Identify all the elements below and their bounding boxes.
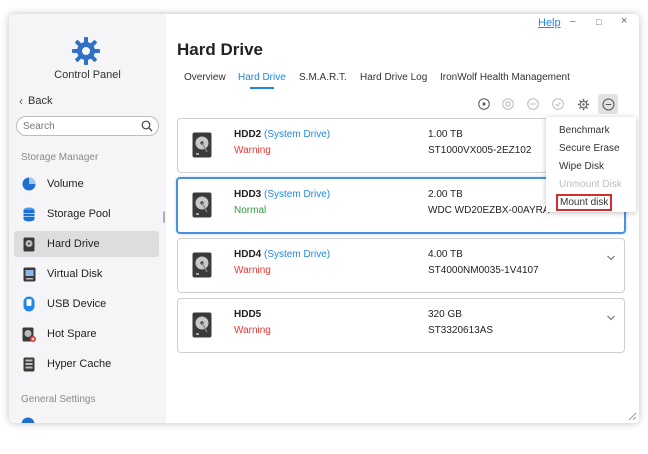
tab-hard-drive-log[interactable]: Hard Drive Log <box>360 72 427 83</box>
search-input[interactable] <box>23 119 133 133</box>
gear-icon <box>577 98 589 110</box>
section-general-settings: General Settings <box>21 394 96 405</box>
sidebar-item-label: Hyper Cache <box>47 358 112 370</box>
minus-circle-icon <box>602 98 614 110</box>
active-tab-indicator <box>250 87 274 89</box>
stop-button[interactable] <box>500 96 516 112</box>
general-settings-icon <box>21 417 35 423</box>
minimize-button[interactable]: – <box>570 16 576 27</box>
volume-icon <box>21 176 37 192</box>
disk-id: HDD3 <box>234 189 262 200</box>
tab-overview[interactable]: Overview <box>184 72 226 83</box>
back-label: Back <box>28 95 53 107</box>
disk-name: HDD4 (System Drive) <box>234 249 330 260</box>
sidebar-item-hyper-cache[interactable]: Hyper Cache <box>14 351 159 377</box>
system-drive-tag: (System Drive) <box>264 129 331 140</box>
remove-button[interactable] <box>525 96 541 112</box>
disk-model: ST1000VX005-2EZ102 <box>428 145 532 156</box>
play-icon <box>478 98 490 110</box>
disk-id: HDD5 <box>234 309 262 320</box>
sidebar: Control Panel ‹ Back Storage Manager Vol… <box>9 14 166 423</box>
play-button[interactable] <box>476 96 492 112</box>
page-title: Hard Drive <box>177 40 263 59</box>
sidebar-title: Control Panel <box>54 69 121 81</box>
sidebar-item-usb-device[interactable]: USB Device <box>14 291 159 317</box>
status-badge: Normal <box>234 205 267 216</box>
menu-item-mount-disk[interactable]: Mount disk <box>556 194 613 211</box>
app-window: Control Panel ‹ Back Storage Manager Vol… <box>9 14 639 423</box>
sidebar-item-label: Volume <box>47 178 84 190</box>
sidebar-item-label: Virtual Disk <box>47 268 103 280</box>
system-drive-tag: (System Drive) <box>264 249 331 260</box>
sidebar-item-label: Hot Spare <box>47 328 97 340</box>
sidebar-item-label: USB Device <box>47 298 107 310</box>
disk-name: HDD3 (System Drive) <box>234 189 330 200</box>
search-box <box>16 116 159 136</box>
tab-smart[interactable]: S.M.A.R.T. <box>299 72 347 83</box>
hot-spare-icon <box>21 326 37 342</box>
close-button[interactable]: × <box>621 15 627 27</box>
disk-card-hdd5[interactable]: HDD5 Warning 320 GB ST3320613AS <box>177 298 625 353</box>
menu-item-wipe-disk[interactable]: Wipe Disk <box>559 161 604 172</box>
hyper-cache-icon <box>21 356 37 372</box>
gear-icon <box>72 37 100 65</box>
hard-drive-icon <box>192 312 212 338</box>
settings-button[interactable] <box>575 96 591 112</box>
stop-icon <box>502 98 514 110</box>
status-badge: Warning <box>234 325 271 336</box>
disk-size: 2.00 TB <box>428 189 463 200</box>
resize-grip-icon[interactable] <box>627 411 637 421</box>
status-badge: Warning <box>234 265 271 276</box>
usb-device-icon <box>21 296 37 312</box>
chevron-down-icon[interactable] <box>606 253 616 263</box>
menu-item-benchmark[interactable]: Benchmark <box>559 125 610 136</box>
disk-id: HDD4 <box>234 249 262 260</box>
menu-item-secure-erase[interactable]: Secure Erase <box>559 143 620 154</box>
sidebar-item-hot-spare[interactable]: Hot Spare <box>14 321 159 347</box>
disk-name: HDD2 (System Drive) <box>234 129 330 140</box>
chevron-down-icon[interactable] <box>606 313 616 323</box>
disk-size: 4.00 TB <box>428 249 463 260</box>
sidebar-scrollbar[interactable] <box>163 211 165 223</box>
menu-item-unmount-disk: Unmount Disk <box>559 179 622 190</box>
hard-drive-icon <box>192 132 212 158</box>
disk-size: 320 GB <box>428 309 462 320</box>
chevron-left-icon: ‹ <box>19 94 23 108</box>
help-link[interactable]: Help <box>538 17 561 29</box>
virtual-disk-icon <box>21 266 37 282</box>
check-circle-icon <box>552 98 564 110</box>
tab-hard-drive[interactable]: Hard Drive <box>238 72 286 83</box>
sidebar-item-storage-pool[interactable]: Storage Pool <box>14 201 159 227</box>
minus-circle-icon <box>527 98 539 110</box>
hard-drive-icon <box>21 236 37 252</box>
disk-model: ST3320613AS <box>428 325 494 336</box>
disk-id: HDD2 <box>234 129 262 140</box>
storage-pool-icon <box>21 206 37 222</box>
section-storage-manager: Storage Manager <box>21 152 99 163</box>
sidebar-item-label: Hard Drive <box>47 238 100 250</box>
back-button[interactable]: ‹ Back <box>19 94 52 108</box>
search-icon[interactable] <box>141 120 153 132</box>
tab-ironwolf-health[interactable]: IronWolf Health Management <box>440 72 570 83</box>
hard-drive-icon <box>192 192 212 218</box>
check-button[interactable] <box>550 96 566 112</box>
disk-model: WDC WD20EZBX-00AYRA <box>428 205 550 216</box>
disk-card-hdd4[interactable]: HDD4 (System Drive) Warning 4.00 TB ST40… <box>177 238 625 293</box>
actions-menu: Benchmark Secure Erase Wipe Disk Unmount… <box>546 117 636 212</box>
sidebar-item-hard-drive[interactable]: Hard Drive <box>14 231 159 257</box>
hard-drive-icon <box>192 252 212 278</box>
status-badge: Warning <box>234 145 271 156</box>
more-actions-button[interactable] <box>598 94 618 114</box>
disk-size: 1.00 TB <box>428 129 463 140</box>
maximize-button[interactable]: □ <box>596 17 601 27</box>
sidebar-item-virtual-disk[interactable]: Virtual Disk <box>14 261 159 287</box>
sidebar-item-label: Storage Pool <box>47 208 111 220</box>
system-drive-tag: (System Drive) <box>264 189 331 200</box>
disk-model: ST4000NM0035-1V4107 <box>428 265 539 276</box>
disk-name: HDD5 <box>234 309 261 320</box>
sidebar-item-volume[interactable]: Volume <box>14 171 159 197</box>
